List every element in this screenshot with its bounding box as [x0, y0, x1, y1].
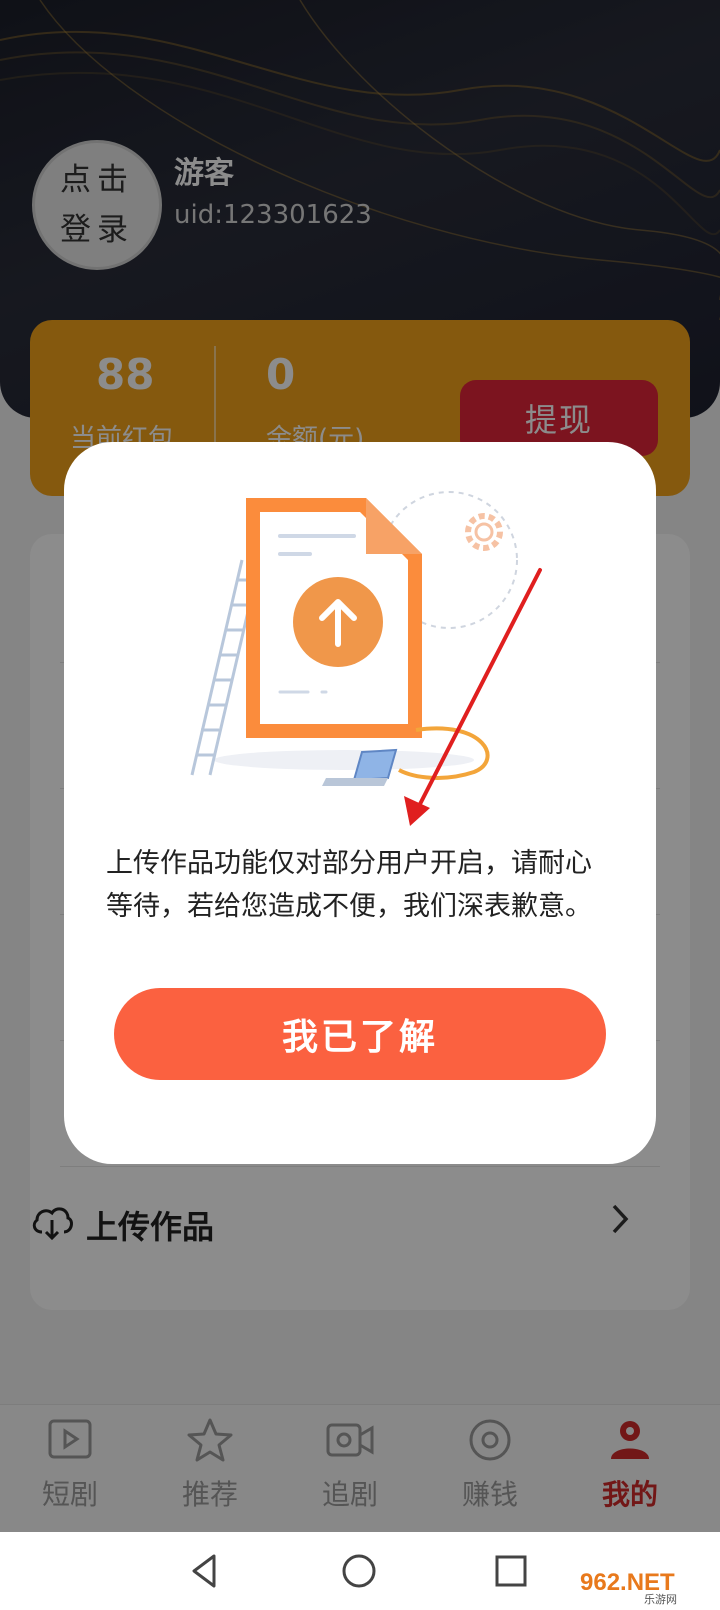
- confirm-understood-button[interactable]: 我已了解: [114, 988, 606, 1080]
- recents-square-icon[interactable]: [486, 1546, 536, 1596]
- dialog-message: 上传作品功能仅对部分用户开启，请耐心等待，若给您造成不便，我们深表歉意。: [106, 848, 592, 922]
- watermark-brand: 962.NET: [580, 1569, 675, 1596]
- watermark-sub: 乐游网: [644, 1593, 677, 1606]
- upload-notice-dialog: 上传作品功能仅对部分用户开启，请耐心等待，若给您造成不便，我们深表歉意。 我已了…: [64, 442, 656, 1164]
- home-circle-icon[interactable]: [334, 1546, 384, 1596]
- back-triangle-icon[interactable]: [180, 1546, 230, 1596]
- site-watermark-logo: 962.NET 乐游网: [572, 1564, 706, 1606]
- upload-document-illustration: [190, 491, 518, 786]
